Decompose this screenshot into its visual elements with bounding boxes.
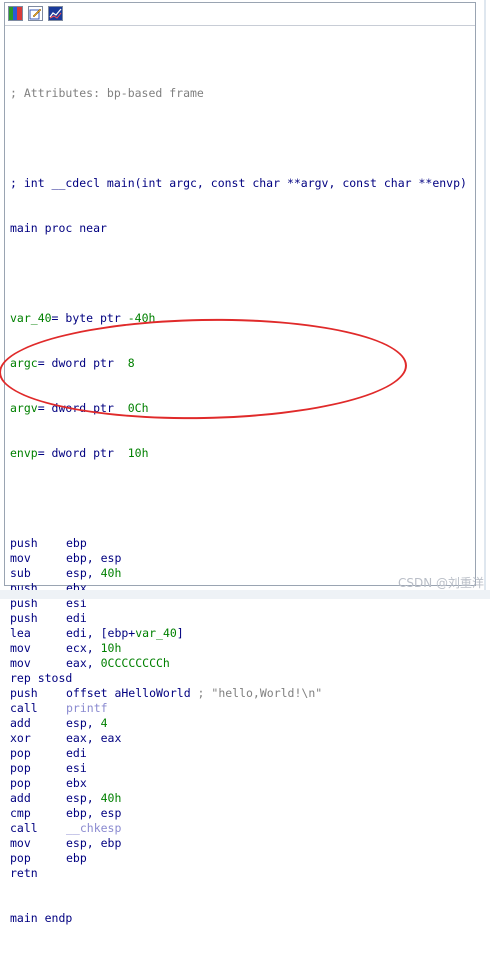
operand: ebp	[66, 851, 87, 865]
mnemonic: lea	[10, 626, 66, 641]
instruction-line[interactable]: popesi	[10, 761, 467, 776]
mnemonic: push	[10, 611, 66, 626]
immediate-value: 40h	[101, 566, 122, 580]
mnemonic: mov	[10, 551, 66, 566]
operand: esp,	[66, 716, 101, 730]
instruction-line[interactable]: xoreax, eax	[10, 731, 467, 746]
bottom-strip	[0, 590, 490, 599]
mnemonic: pop	[10, 746, 66, 761]
operand: esp,	[66, 791, 101, 805]
edit-icon[interactable]	[28, 6, 43, 21]
var-type: = dword ptr	[38, 446, 128, 460]
mnemonic: pop	[10, 851, 66, 866]
operand: ecx,	[66, 641, 101, 655]
mnemonic: retn	[10, 866, 38, 880]
immediate-value: 10h	[101, 641, 122, 655]
operand: esp, ebp	[66, 836, 121, 850]
operand-tail: ]	[177, 626, 184, 640]
instruction-line[interactable]: moveax, 0CCCCCCCCh	[10, 656, 467, 671]
mnemonic: mov	[10, 836, 66, 851]
function-declaration: ; int __cdecl main(int argc, const char …	[10, 176, 467, 191]
var-name: var_40	[10, 311, 52, 325]
instruction-line[interactable]: call__chkesp	[10, 821, 467, 836]
var-name: argv	[10, 401, 38, 415]
mnemonic: mov	[10, 656, 66, 671]
mnemonic: add	[10, 716, 66, 731]
instruction-line[interactable]: callprintf	[10, 701, 467, 716]
mnemonic: call	[10, 821, 66, 836]
var-name: envp	[10, 446, 38, 460]
immediate-value: 40h	[101, 791, 122, 805]
operand: eax,	[66, 656, 101, 670]
operand: edi	[66, 746, 87, 760]
immediate-value: 4	[101, 716, 108, 730]
graph-view-icon[interactable]	[8, 6, 23, 21]
mnemonic: push	[10, 686, 66, 701]
instruction-line[interactable]: movebp, esp	[10, 551, 467, 566]
operand: edi, [ebp+	[66, 626, 135, 640]
mnemonic: rep stosd	[10, 671, 72, 685]
instruction-line[interactable]: leaedi, [ebp+var_40]	[10, 626, 467, 641]
instruction-line[interactable]: cmpebp, esp	[10, 806, 467, 821]
instruction-line[interactable]: popebx	[10, 776, 467, 791]
instruction-line[interactable]: retn	[10, 866, 467, 881]
var-offset: 10h	[128, 446, 149, 460]
instruction-line[interactable]: pushoffset aHelloWorld ; "hello,World!\n…	[10, 686, 467, 701]
disassembly-window: ; Attributes: bp-based frame ; int __cde…	[4, 2, 476, 586]
immediate-value: 0CCCCCCCCh	[101, 656, 170, 670]
mnemonic: sub	[10, 566, 66, 581]
instruction-line[interactable]: popebp	[10, 851, 467, 866]
operand: ebp, esp	[66, 806, 121, 820]
disassembly-listing[interactable]: ; Attributes: bp-based frame ; int __cde…	[10, 56, 467, 956]
instruction-line[interactable]: pushebp	[10, 536, 467, 551]
proc-start: main proc near	[10, 221, 467, 236]
operand: eax, eax	[66, 731, 121, 745]
function-ref: printf	[66, 701, 108, 715]
instruction-line[interactable]: addesp, 40h	[10, 791, 467, 806]
operand: esp,	[66, 566, 101, 580]
mnemonic: mov	[10, 641, 66, 656]
operand: ebp	[66, 536, 87, 550]
instruction-line[interactable]: popedi	[10, 746, 467, 761]
operand: ebp, esp	[66, 551, 121, 565]
operand: offset aHelloWorld	[66, 686, 191, 700]
instruction-line[interactable]: addesp, 4	[10, 716, 467, 731]
operand: edi	[66, 611, 87, 625]
operand: ebx	[66, 776, 87, 790]
var-type: = byte ptr	[52, 311, 128, 325]
operand: esi	[66, 761, 87, 775]
toolbar	[5, 3, 475, 26]
instruction-line[interactable]: pushedi	[10, 611, 467, 626]
mnemonic: xor	[10, 731, 66, 746]
instruction-line[interactable]: movesp, ebp	[10, 836, 467, 851]
proc-end: main endp	[10, 911, 467, 926]
mnemonic: cmp	[10, 806, 66, 821]
mnemonic: add	[10, 791, 66, 806]
inline-comment: ; "hello,World!\n"	[191, 686, 323, 700]
chart-icon[interactable]	[48, 6, 63, 21]
mnemonic: call	[10, 701, 66, 716]
var-definition: envp= dword ptr 10h	[10, 446, 467, 461]
instruction-line[interactable]: movecx, 10h	[10, 641, 467, 656]
window-border	[484, 0, 486, 596]
comment-attributes: ; Attributes: bp-based frame	[10, 86, 467, 101]
mnemonic: push	[10, 536, 66, 551]
watermark: CSDN @刘重洋	[398, 574, 484, 591]
instruction-line[interactable]: rep stosd	[10, 671, 467, 686]
mnemonic: pop	[10, 761, 66, 776]
variable-ref: var_40	[135, 626, 177, 640]
mnemonic: pop	[10, 776, 66, 791]
function-ref: __chkesp	[66, 821, 121, 835]
